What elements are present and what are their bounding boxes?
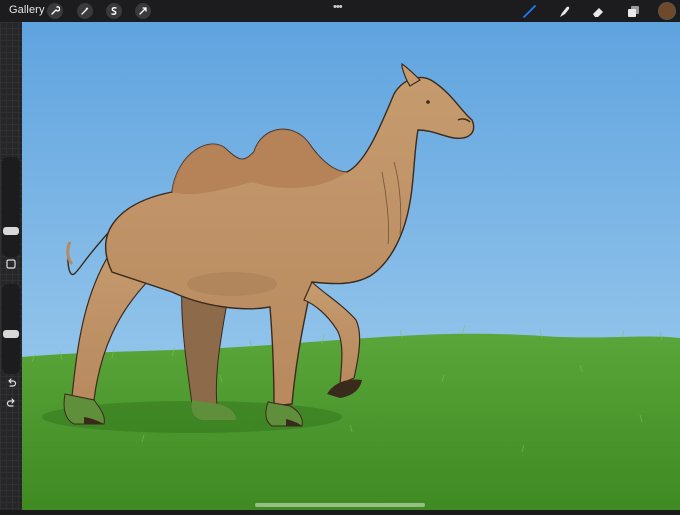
left-sidebar [0,22,22,510]
brush-size-slider[interactable] [2,157,20,257]
brush-icon[interactable] [521,3,537,19]
square-icon[interactable] [3,257,19,271]
eraser-icon[interactable] [590,3,606,19]
smudge-icon[interactable] [556,3,572,19]
transform-arrow-icon[interactable] [135,3,151,19]
magic-wand-icon[interactable] [77,3,93,19]
opacity-slider[interactable] [2,284,20,374]
top-toolbar: Gallery ••• [0,0,680,22]
color-swatch-button[interactable] [659,3,675,19]
redo-icon[interactable] [3,395,19,409]
opacity-thumb[interactable] [3,330,19,338]
undo-icon[interactable] [3,375,19,389]
selection-icon[interactable] [106,3,122,19]
more-options-button[interactable]: ••• [333,1,343,13]
gallery-button[interactable]: Gallery [9,4,45,16]
layers-icon[interactable] [625,3,641,19]
home-indicator[interactable] [255,503,425,507]
brush-size-thumb[interactable] [3,227,19,235]
camel-artwork [22,22,680,510]
drawing-canvas[interactable] [22,22,680,510]
wrench-icon[interactable] [47,3,63,19]
